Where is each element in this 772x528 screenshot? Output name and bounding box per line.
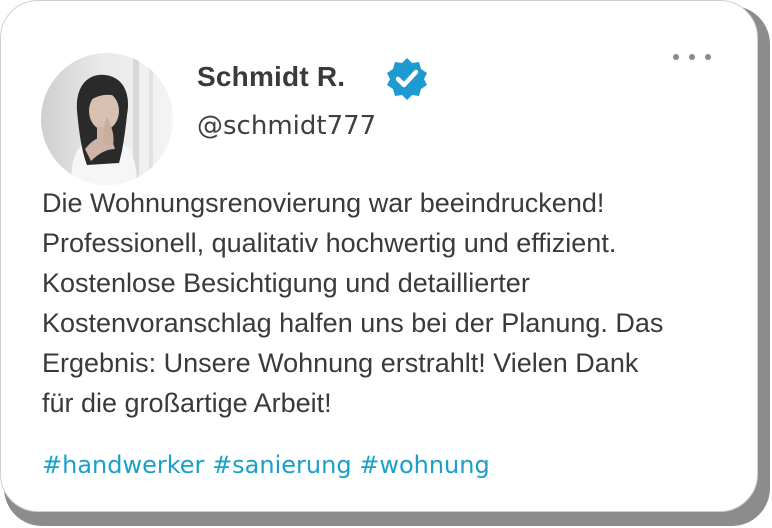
hashtag-sanierung[interactable]: #sanierung [212, 451, 352, 479]
post-card: Schmidt R. @schmidt777 Die Wohnungsrenov… [0, 0, 758, 512]
dot-icon [673, 54, 679, 60]
post-text-line: Die Wohnungsrenovierung war beeindrucken… [42, 188, 605, 218]
post-text: Die Wohnungsrenovierung war beeindrucken… [42, 183, 742, 423]
verified-badge-icon [387, 58, 427, 100]
post-text-line: Ergebnis: Unsere Wohnung erstrahlt! Viel… [42, 348, 639, 378]
author-handle[interactable]: @schmidt777 [197, 111, 376, 141]
author-name[interactable]: Schmidt R. [197, 61, 345, 93]
dot-icon [705, 54, 711, 60]
more-options-icon[interactable] [669, 45, 715, 69]
dot-icon [689, 54, 695, 60]
post-text-line: Kostenlose Besichtigung und detaillierte… [42, 268, 530, 298]
hashtag-list: #handwerker #sanierung #wohnung [42, 451, 490, 479]
post-text-line: Professionell, qualitativ hochwertig und… [42, 228, 617, 258]
hashtag-wohnung[interactable]: #wohnung [359, 451, 490, 479]
avatar[interactable] [41, 53, 173, 185]
avatar-photo [41, 53, 173, 185]
post-text-line: Kostenvoranschlag halfen uns bei der Pla… [42, 308, 664, 338]
post-text-line: für die großartige Arbeit! [42, 388, 332, 418]
hashtag-handwerker[interactable]: #handwerker [42, 451, 204, 479]
